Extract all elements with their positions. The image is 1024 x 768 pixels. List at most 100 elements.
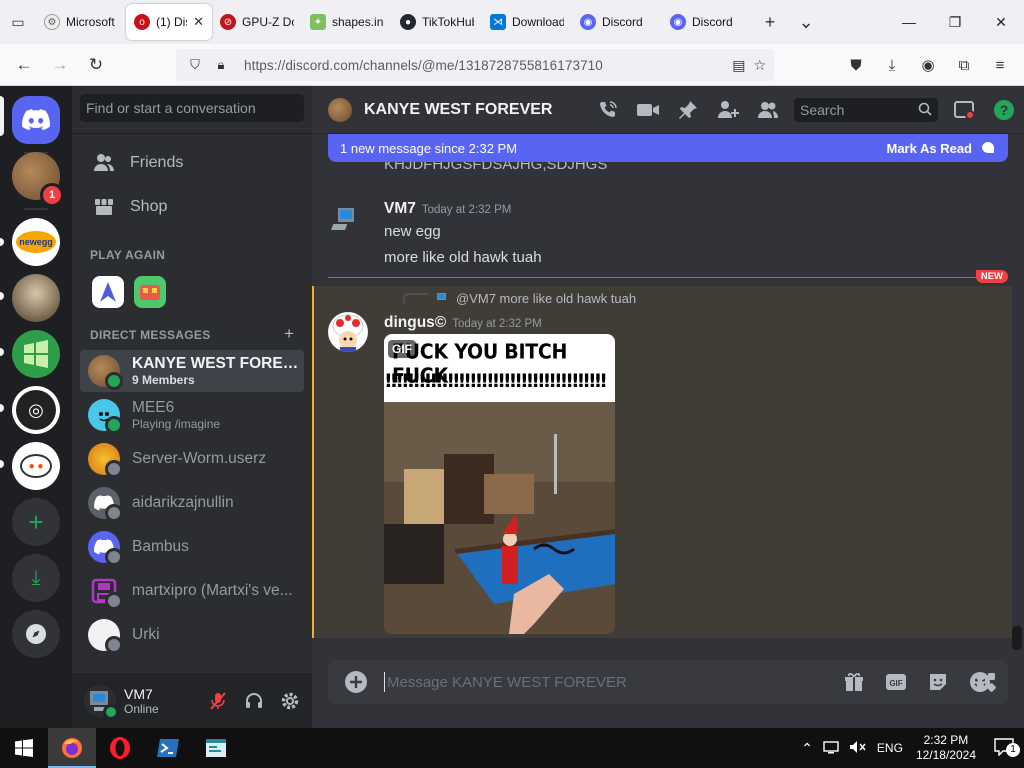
chevron-up-icon[interactable]: ⌃ (796, 740, 818, 757)
inbox-icon[interactable] (944, 86, 984, 134)
server-newegg[interactable]: newegg (12, 218, 60, 266)
discord-home-button[interactable] (12, 96, 60, 144)
close-tab-icon[interactable]: ✕ (193, 14, 204, 30)
search-input[interactable]: Search (794, 98, 938, 122)
firefox-taskbar-button[interactable] (48, 728, 96, 768)
upload-plus-button[interactable] (328, 660, 384, 704)
menu-icon[interactable]: ≡ (984, 49, 1016, 81)
avatar[interactable] (328, 312, 368, 352)
gift-icon[interactable] (834, 660, 874, 704)
gif-caption: FUCK YOU BITCH FUCK !!!!!!!!!!!!!!!!!!!!… (384, 334, 615, 402)
pinned-messages-icon[interactable] (668, 86, 708, 134)
add-server-button[interactable]: + (12, 498, 60, 546)
browser-tab[interactable]: ◉ Discord (572, 4, 662, 40)
bookmark-star-icon[interactable]: ☆ (753, 57, 766, 74)
discover-button[interactable] (12, 610, 60, 658)
back-icon[interactable]: ← (6, 49, 42, 81)
reply-preview[interactable]: @VM7 more like old hawk tuah (402, 290, 636, 306)
start-button[interactable] (0, 728, 48, 768)
game-icon-1[interactable] (92, 276, 124, 308)
selected-pill (0, 96, 4, 136)
chevron-down-icon[interactable]: ⌄ (788, 0, 824, 44)
gpuz-icon: ⊘ (220, 14, 236, 30)
channel-title[interactable]: KANYE WEST FOREVER (364, 101, 552, 119)
url-bar[interactable]: ⛉ 🔒︎ https://discord.com/channels/@me/13… (176, 49, 774, 81)
browser-tab[interactable]: ● TikTokHub (392, 4, 482, 40)
language-indicator[interactable]: ENG (872, 741, 908, 755)
avatar[interactable] (84, 684, 119, 720)
new-tab-icon[interactable]: + (752, 0, 788, 44)
gif-attachment[interactable]: FUCK YOU BITCH FUCK !!!!!!!!!!!!!!!!!!!!… (384, 334, 615, 634)
server-reddit[interactable]: ● ● (12, 442, 60, 490)
friends-icon (92, 151, 116, 175)
message-input[interactable] (384, 672, 834, 692)
dm-item-server-worm[interactable]: Server-Worm.userz (80, 438, 304, 480)
shield-icon[interactable]: ⛉ (182, 57, 208, 73)
divider (24, 208, 48, 210)
new-messages-bar[interactable]: 1 new message since 2:32 PM Mark As Read (328, 134, 1008, 162)
reload-icon[interactable]: ↻ (78, 49, 114, 81)
dm-item-aidarikzajnullin[interactable]: aidarikzajnullin (80, 482, 304, 524)
avatar[interactable] (328, 200, 368, 240)
dm-item-bambus[interactable]: Bambus (80, 526, 304, 568)
dm-item-urki[interactable]: Urki (80, 614, 304, 656)
message-author[interactable]: dingus© Today at 2:32 PM (384, 314, 542, 332)
browser-tab[interactable]: ✦ shapes.inc (302, 4, 392, 40)
find-conversation-button[interactable]: Find or start a conversation (80, 94, 304, 122)
network-icon[interactable] (818, 740, 844, 757)
close-window-icon[interactable]: ✕ (978, 0, 1024, 44)
server-obs[interactable]: ◎ (12, 386, 60, 434)
mark-as-read-button[interactable]: Mark As Read (887, 140, 997, 156)
voice-call-icon[interactable] (588, 86, 628, 134)
chat-area: KANYE WEST FOREVER Search ? 1 new messag… (312, 86, 1024, 728)
dm-item-martxipro[interactable]: martxipro (Martxi's ve... (80, 570, 304, 612)
tab-overview-icon[interactable]: ▭ (0, 0, 36, 44)
reddit-logo-icon: ● ● (20, 454, 52, 478)
account-icon[interactable]: ◉ (912, 49, 944, 81)
friends-nav-item[interactable]: Friends (80, 142, 304, 184)
browser-tab[interactable]: ⊘ GPU-Z Download (212, 4, 302, 40)
browser-tab[interactable]: ◉ Discord (662, 4, 752, 40)
download-apps-button[interactable]: ⤓ (12, 554, 60, 602)
scrollbar[interactable] (1012, 626, 1022, 650)
gif-picker-icon[interactable]: GIF (876, 660, 916, 704)
apps-button[interactable] (964, 660, 1008, 704)
help-icon[interactable]: ? (984, 86, 1024, 134)
add-friends-to-dm-icon[interactable] (708, 86, 748, 134)
member-list-icon[interactable] (748, 86, 788, 134)
video-call-icon[interactable] (628, 86, 668, 134)
volume-muted-icon[interactable] (844, 740, 872, 757)
pocket-icon[interactable]: ⛊ (840, 49, 872, 81)
browser-tab[interactable]: ⚙ Microsoft (36, 4, 126, 40)
reader-view-icon[interactable]: ▤ (732, 57, 745, 74)
dm-item-mee6[interactable]: MEE6 Playing /imagine (80, 394, 304, 436)
mute-mic-icon[interactable] (202, 685, 234, 717)
shop-nav-item[interactable]: Shop (80, 186, 304, 228)
game-icon-2[interactable] (134, 276, 166, 308)
dm-item-kanye[interactable]: KANYE WEST FOREVER 9 Members (80, 350, 304, 392)
mark-read-icon (982, 142, 994, 154)
opera-icon (110, 737, 130, 759)
browser-tab[interactable]: ⋊ Download (482, 4, 572, 40)
downloads-icon[interactable]: ⤓ (876, 49, 908, 81)
create-dm-icon[interactable]: + (284, 324, 294, 344)
notification-center-icon[interactable]: 1 (984, 737, 1024, 759)
headphones-icon[interactable] (238, 685, 270, 717)
settings-gear-icon[interactable] (274, 685, 306, 717)
browser-tab-active[interactable]: o (1) Discord ✕ (126, 4, 212, 40)
gif-label: GIF (388, 340, 416, 358)
sticker-icon[interactable] (918, 660, 958, 704)
restore-icon[interactable]: ❐ (932, 0, 978, 44)
clock[interactable]: 2:32 PM 12/18/2024 (908, 733, 984, 763)
url-text[interactable]: https://discord.com/channels/@me/1318728… (244, 58, 603, 73)
notepad-taskbar-button[interactable] (192, 728, 240, 768)
message-author[interactable]: VM7 Today at 2:32 PM (384, 200, 511, 218)
forward-icon[interactable]: → (42, 49, 78, 81)
powershell-taskbar-button[interactable] (144, 728, 192, 768)
opera-taskbar-button[interactable] (96, 728, 144, 768)
server-windows[interactable] (12, 330, 60, 378)
extensions-icon[interactable]: ⧉ (948, 49, 980, 81)
minimize-icon[interactable]: — (886, 0, 932, 44)
server-dog[interactable] (12, 274, 60, 322)
lock-icon[interactable]: 🔒︎ (208, 57, 234, 73)
